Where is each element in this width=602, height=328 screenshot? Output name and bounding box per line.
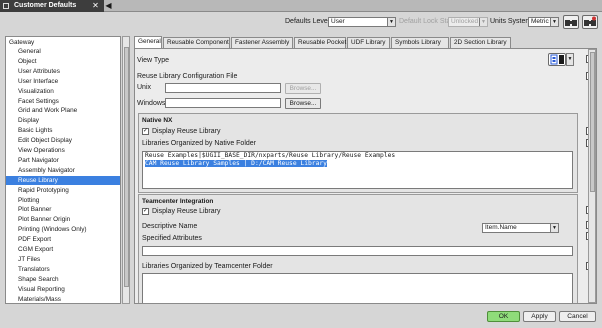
- tree-item[interactable]: Facet Settings: [6, 97, 120, 106]
- tree-item[interactable]: Plot Banner: [6, 205, 120, 214]
- chevron-down-icon: ▼: [550, 18, 558, 26]
- native-nx-title: Native NX: [142, 117, 173, 124]
- tc-folder-label: Libraries Organized by Teamcenter Folder: [142, 263, 273, 270]
- tree-item[interactable]: View Operations: [6, 146, 120, 155]
- view-type-dropdown[interactable]: ▼: [566, 53, 574, 66]
- tree-item[interactable]: Plot Banner Origin: [6, 215, 120, 224]
- view-type-label: View Type: [137, 57, 170, 64]
- native-folder-label: Libraries Organized by Native Folder: [142, 140, 256, 147]
- tree-item[interactable]: PDF Export: [6, 235, 120, 244]
- window-title-tab: Customer Defaults: [0, 0, 104, 12]
- tree-item[interactable]: Shape Search: [6, 275, 120, 284]
- general-tab-panel: View Type ▼ ? Reuse Library Configuratio…: [134, 48, 597, 304]
- tree-item[interactable]: Grid and Work Plane: [6, 106, 120, 115]
- descriptive-name-label: Descriptive Name: [142, 223, 198, 230]
- units-system-label: Units System: [490, 18, 532, 25]
- tree-item[interactable]: Display: [6, 116, 120, 125]
- unix-path-input[interactable]: [165, 83, 281, 93]
- descriptive-name-select[interactable]: Item.Name ▼: [482, 223, 559, 233]
- ok-button[interactable]: OK: [487, 311, 520, 322]
- chevron-down-icon: ▼: [479, 18, 487, 26]
- tc-display-checkbox[interactable]: ✓: [142, 208, 149, 215]
- unix-label: Unix: [137, 84, 152, 91]
- tree-item[interactable]: User Interface: [6, 77, 120, 86]
- tree-item[interactable]: Reuse Library: [6, 175, 120, 185]
- window-title: Customer Defaults: [14, 2, 77, 9]
- find-icon[interactable]: [563, 15, 579, 29]
- tree-item[interactable]: User Attributes: [6, 67, 120, 76]
- teamcenter-title: Teamcenter Integration: [142, 198, 214, 205]
- tree-item[interactable]: General: [6, 47, 120, 56]
- native-folder-line[interactable]: Reuse Examples|$UGII_BASE_DIR/nxparts/Re…: [143, 152, 572, 160]
- tab-udf-library[interactable]: UDF Library: [347, 37, 390, 48]
- tree-item[interactable]: Materials/Mass: [6, 295, 120, 304]
- defaults-level-label: Defaults Level: [285, 18, 330, 25]
- native-folder-list[interactable]: Reuse Examples|$UGII_BASE_DIR/nxparts/Re…: [142, 151, 573, 189]
- tree-item[interactable]: Rapid Prototyping: [6, 186, 120, 195]
- tab-2d-section-library[interactable]: 2D Section Library: [450, 37, 511, 48]
- tree-item[interactable]: Basic Lights: [6, 126, 120, 135]
- tree-item[interactable]: Printing (Windows Only): [6, 225, 120, 234]
- scrollbar-thumb[interactable]: [590, 52, 595, 192]
- close-icon[interactable]: ✕: [90, 1, 101, 11]
- tree-item[interactable]: Edit Object Display: [6, 136, 120, 145]
- defaults-level-select[interactable]: User ▼: [328, 17, 396, 27]
- grip-icon[interactable]: [3, 3, 9, 9]
- windows-label: Windows: [137, 100, 166, 107]
- tc-display-label: Display Reuse Library: [152, 208, 221, 215]
- teamcenter-group: Teamcenter Integration ✓ Display Reuse L…: [138, 194, 578, 303]
- tree-item[interactable]: Object: [6, 57, 120, 66]
- units-system-select[interactable]: Metric ▼: [528, 17, 559, 27]
- specified-attributes-input[interactable]: [142, 246, 573, 256]
- view-type-icon[interactable]: [548, 53, 566, 66]
- tree-scrollbar[interactable]: [122, 36, 130, 304]
- windows-path-input[interactable]: [165, 98, 281, 108]
- unix-browse-button: Browse...: [285, 83, 321, 94]
- dock-arrow-icon[interactable]: ◀: [104, 1, 113, 11]
- cancel-button[interactable]: Cancel: [559, 311, 596, 322]
- lock-state-select: Unlocked ▼: [448, 17, 488, 27]
- descriptive-name-value: Item.Name: [485, 224, 517, 231]
- tree-item[interactable]: Visualization: [6, 87, 120, 96]
- units-system-value: Metric: [531, 18, 549, 25]
- tab-reusable-pocket[interactable]: Reusable Pocket: [294, 37, 346, 48]
- defaults-level-value: User: [331, 18, 345, 25]
- tc-folder-list[interactable]: [142, 273, 573, 303]
- tab-general[interactable]: General: [134, 36, 162, 48]
- chevron-down-icon: ▼: [550, 224, 558, 232]
- tab-symbols-library[interactable]: Symbols Library: [391, 37, 449, 48]
- scrollbar-thumb[interactable]: [124, 47, 129, 287]
- tab-reusable-component[interactable]: Reusable Component: [163, 37, 230, 48]
- tree-item[interactable]: CGM Export: [6, 245, 120, 254]
- tree-item[interactable]: Assembly Navigator: [6, 166, 120, 175]
- panel-scrollbar[interactable]: [588, 49, 596, 303]
- tree-item[interactable]: Part Navigator: [6, 156, 120, 165]
- chevron-down-icon: ▼: [387, 18, 395, 26]
- lock-state-value: Unlocked: [451, 18, 479, 25]
- tree-item[interactable]: JT Files: [6, 255, 120, 264]
- specified-attributes-label: Specified Attributes: [142, 235, 202, 242]
- category-tree[interactable]: Gateway General Object User Attributes User…: [5, 36, 121, 304]
- tree-item[interactable]: Visual Reporting: [6, 285, 120, 294]
- native-display-checkbox[interactable]: ✓: [142, 128, 149, 135]
- tree-item[interactable]: Translators: [6, 265, 120, 274]
- apply-button[interactable]: Apply: [523, 311, 556, 322]
- native-nx-group: Native NX ✓ Display Reuse Library Librar…: [138, 113, 578, 193]
- config-file-label: Reuse Library Configuration File: [137, 73, 238, 80]
- windows-browse-button[interactable]: Browse...: [285, 98, 321, 109]
- native-folder-line-selected[interactable]: CAM Reuse Library Samples | D:/CAM Reuse…: [143, 160, 572, 168]
- tree-root[interactable]: Gateway: [6, 38, 120, 47]
- find-settings-icon[interactable]: [582, 15, 598, 29]
- tab-fastener-assembly[interactable]: Fastener Assembly: [231, 37, 293, 48]
- tree-item[interactable]: Plotting: [6, 196, 120, 205]
- native-display-label: Display Reuse Library: [152, 128, 221, 135]
